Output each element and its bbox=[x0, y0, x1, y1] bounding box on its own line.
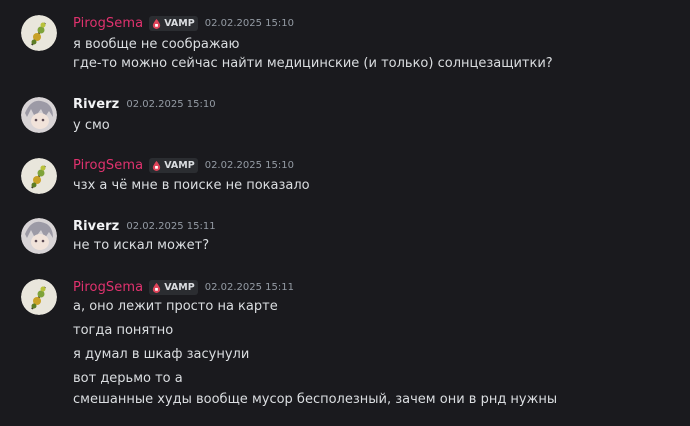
message-line: где-то можно сейчас найти медицинские (и… bbox=[73, 56, 553, 71]
timestamp: 02.02.2025 15:11 bbox=[126, 220, 216, 232]
clan-tag[interactable]: VAMP bbox=[149, 157, 198, 173]
vamp-drop-icon bbox=[153, 282, 161, 293]
avatar-riverz[interactable] bbox=[21, 218, 57, 254]
avatar-pirogsema[interactable] bbox=[21, 15, 57, 51]
clan-tag[interactable]: VAMP bbox=[149, 279, 198, 295]
timestamp: 02.02.2025 15:11 bbox=[204, 281, 294, 293]
message-line: я думал в шкаф засунули bbox=[73, 347, 250, 362]
username[interactable]: PirogSema bbox=[73, 158, 143, 173]
riverz-avatar-icon bbox=[21, 218, 57, 254]
message-line: а, оно лежит просто на карте bbox=[73, 299, 278, 314]
clan-tag[interactable]: VAMP bbox=[149, 15, 198, 31]
timestamp: 02.02.2025 15:10 bbox=[126, 98, 216, 110]
timestamp: 02.02.2025 15:10 bbox=[204, 159, 294, 171]
timestamp: 02.02.2025 15:10 bbox=[204, 17, 294, 29]
vamp-drop-icon bbox=[153, 18, 161, 29]
message-line: не то искал может? bbox=[73, 238, 210, 253]
vamp-drop-icon bbox=[153, 160, 161, 171]
message-line: чзх а чё мне в поиске не показало bbox=[73, 178, 310, 193]
message-line: вот дерьмо то а bbox=[73, 371, 183, 386]
pirog-avatar-icon bbox=[21, 15, 57, 51]
username[interactable]: Riverz bbox=[73, 97, 119, 112]
pirog-avatar-icon bbox=[21, 158, 57, 194]
avatar-riverz[interactable] bbox=[21, 97, 57, 133]
tag-label: VAMP bbox=[164, 281, 195, 293]
pirog-avatar-icon bbox=[21, 279, 57, 315]
message-line: я вообще не соображаю bbox=[73, 37, 240, 52]
message-line: у смо bbox=[73, 118, 110, 133]
message-line: тогда понятно bbox=[73, 323, 174, 338]
riverz-avatar-icon bbox=[21, 97, 57, 133]
chat-messages: PirogSema VAMP 02.02.2025 15:10 я вообще… bbox=[0, 0, 690, 426]
tag-label: VAMP bbox=[164, 159, 195, 171]
avatar-pirogsema[interactable] bbox=[21, 279, 57, 315]
avatar-pirogsema[interactable] bbox=[21, 158, 57, 194]
username[interactable]: PirogSema bbox=[73, 16, 143, 31]
username[interactable]: PirogSema bbox=[73, 280, 143, 295]
tag-label: VAMP bbox=[164, 17, 195, 29]
message-line: смешанные худы вообще мусор бесполезный,… bbox=[73, 392, 558, 407]
username[interactable]: Riverz bbox=[73, 219, 119, 234]
